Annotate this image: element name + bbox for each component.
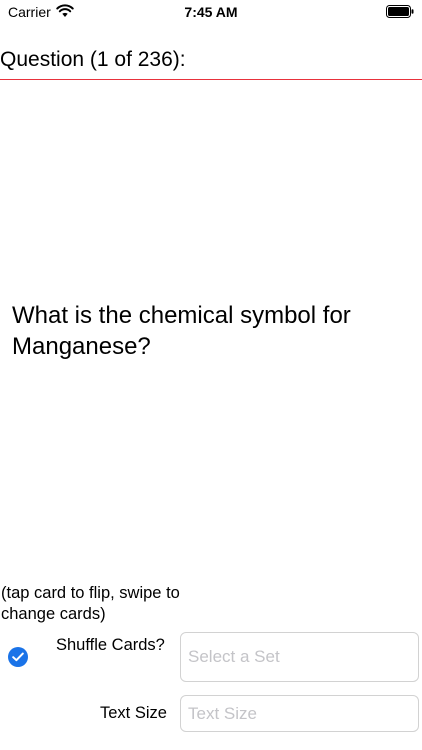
battery-icon: [386, 5, 414, 18]
flashcard-screen: Carrier 7:45 AM Question (1 of 236): Wha…: [0, 0, 422, 750]
instructions-hint: (tap card to flip, swipe to change cards…: [1, 584, 180, 623]
question-title: Question (1 of 236):: [0, 48, 186, 71]
question-header: Question (1 of 236):: [0, 44, 422, 80]
status-bar: Carrier 7:45 AM: [0, 0, 422, 26]
text-size-field[interactable]: [180, 695, 419, 732]
checkmark-icon: [12, 652, 24, 662]
text-size-label: Text Size: [100, 704, 167, 722]
clock: 7:45 AM: [184, 4, 238, 20]
flashcard[interactable]: What is the chemical symbol for Manganes…: [0, 81, 422, 581]
select-set-field[interactable]: [180, 632, 419, 682]
shuffle-checkbox[interactable]: [8, 647, 28, 667]
shuffle-label: Shuffle Cards?: [56, 636, 165, 654]
card-question-text: What is the chemical symbol for Manganes…: [12, 302, 351, 360]
